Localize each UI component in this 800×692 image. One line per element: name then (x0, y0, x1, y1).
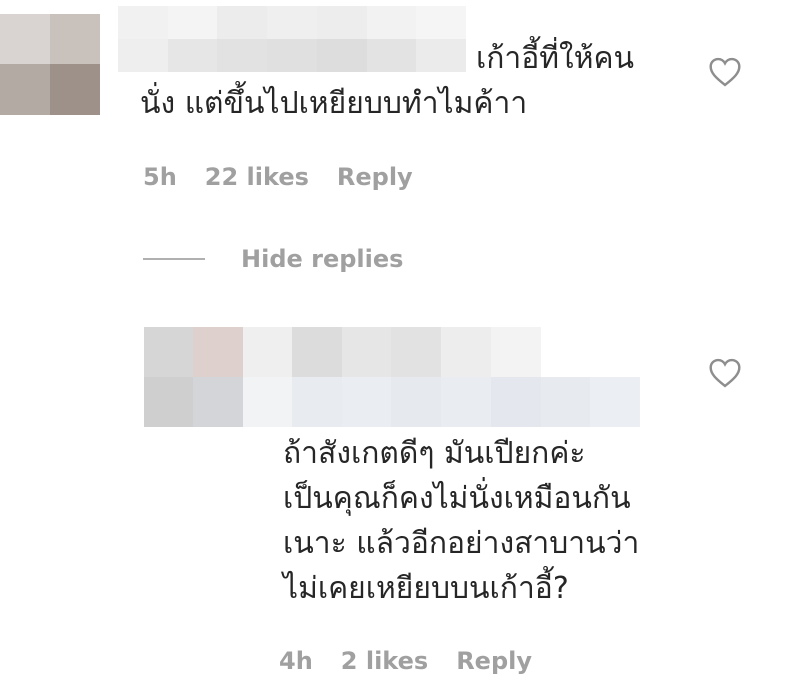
like-count[interactable]: 2 likes (341, 647, 428, 675)
timestamp[interactable]: 5h (143, 163, 177, 191)
timestamp[interactable]: 4h (279, 647, 313, 675)
username-redacted[interactable] (118, 6, 466, 72)
avatar[interactable] (0, 14, 100, 115)
avatar[interactable] (144, 327, 292, 427)
hide-replies-label: Hide replies (241, 245, 404, 273)
heart-icon[interactable] (708, 358, 742, 388)
comment-text: เก้าอี้ที่ให้คน (476, 41, 635, 76)
comment-meta: 5h 22 likes Reply (143, 163, 441, 191)
comment-meta: 4h 2 likes Reply (279, 647, 560, 675)
like-count[interactable]: 22 likes (205, 163, 309, 191)
hide-replies-button[interactable]: Hide replies (143, 245, 403, 273)
reply-button[interactable]: Reply (456, 647, 532, 675)
heart-icon[interactable] (708, 57, 742, 87)
comments-panel: เก้าอี้ที่ให้คน นั่ง แต่ขึ้นไปเหยียบบทำไ… (0, 0, 800, 692)
comment-text-continued: นั่ง แต่ขึ้นไปเหยียบบทำไมค้าา (140, 86, 528, 121)
username-redacted[interactable] (292, 327, 640, 427)
comment-text: ถ้าสังเกตดีๆ มันเปียกค่ะ เป็นคุณก็คงไม่น… (283, 436, 640, 606)
reply-button[interactable]: Reply (337, 163, 413, 191)
divider-line (143, 258, 205, 260)
